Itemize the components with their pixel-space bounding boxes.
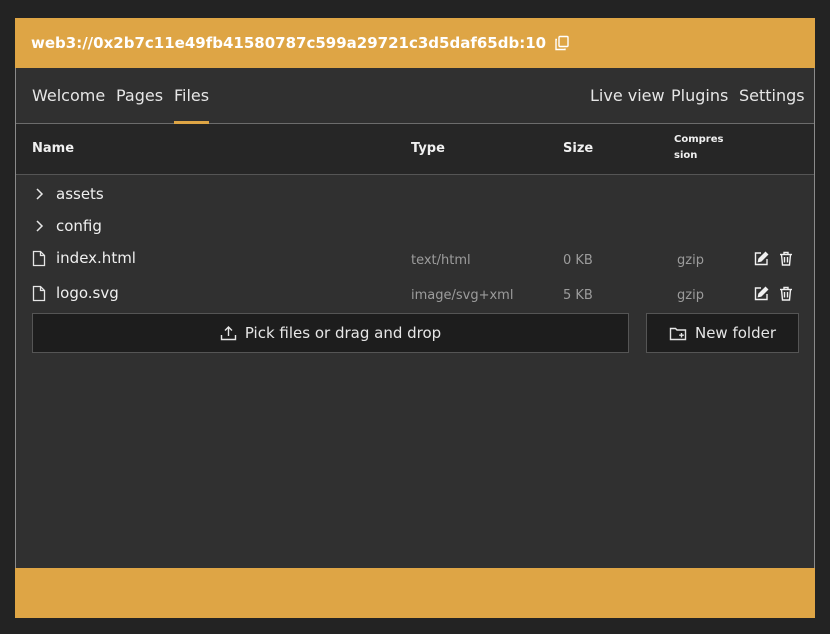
new-folder-label: New folder xyxy=(694,324,777,342)
tab-settings[interactable]: Settings xyxy=(739,86,805,105)
file-size: 0 KB xyxy=(563,253,593,268)
upload-icon xyxy=(220,326,237,341)
file-name: logo.svg xyxy=(56,284,119,302)
file-compression: gzip xyxy=(677,253,704,268)
folder-name: config xyxy=(56,217,102,235)
tab-files[interactable]: Files xyxy=(174,86,210,124)
upload-files-label: Pick files or drag and drop xyxy=(244,324,442,342)
new-folder-button[interactable]: New folder xyxy=(646,313,799,353)
main-panel: Welcome Pages Files Live view Plugins Se… xyxy=(15,68,815,568)
file-type: text/html xyxy=(411,253,471,268)
address-bar: web3://0x2b7c11e49fb41580787c599a29721c3… xyxy=(15,18,815,68)
file-row-index-html[interactable]: index.html text/html 0 KB gzip xyxy=(16,244,814,274)
copy-icon[interactable] xyxy=(554,35,570,51)
file-icon xyxy=(32,250,46,271)
file-compression: gzip xyxy=(677,288,704,303)
folder-plus-icon xyxy=(669,327,687,340)
tab-welcome[interactable]: Welcome xyxy=(32,86,105,105)
column-header-type[interactable]: Type xyxy=(411,141,445,156)
tab-pages[interactable]: Pages xyxy=(116,86,163,105)
table-header: Name Type Size Compression xyxy=(16,124,814,175)
folder-row-assets[interactable]: assets xyxy=(16,180,814,210)
file-type: image/svg+xml xyxy=(411,288,514,303)
file-size: 5 KB xyxy=(563,288,593,303)
chevron-right-icon[interactable] xyxy=(32,218,46,237)
column-header-name[interactable]: Name xyxy=(32,141,74,156)
tab-plugins[interactable]: Plugins xyxy=(671,86,728,105)
upload-files-button[interactable]: Pick files or drag and drop xyxy=(32,313,629,353)
tab-live-view[interactable]: Live view xyxy=(590,86,665,105)
app-window: web3://0x2b7c11e49fb41580787c599a29721c3… xyxy=(15,18,815,618)
chevron-right-icon[interactable] xyxy=(32,186,46,205)
web3-address: web3://0x2b7c11e49fb41580787c599a29721c3… xyxy=(31,34,547,52)
footer-bar xyxy=(15,568,815,618)
file-name: index.html xyxy=(56,249,136,267)
column-header-size[interactable]: Size xyxy=(563,141,593,156)
folder-name: assets xyxy=(56,185,104,203)
file-row-logo-svg[interactable]: logo.svg image/svg+xml 5 KB gzip xyxy=(16,279,814,309)
folder-row-config[interactable]: config xyxy=(16,212,814,242)
trash-icon[interactable] xyxy=(779,286,793,301)
column-header-compression[interactable]: Compression xyxy=(674,132,726,164)
edit-icon[interactable] xyxy=(754,251,769,266)
edit-icon[interactable] xyxy=(754,286,769,301)
tab-bar: Welcome Pages Files Live view Plugins Se… xyxy=(16,68,814,124)
trash-icon[interactable] xyxy=(779,251,793,266)
file-icon xyxy=(32,285,46,306)
